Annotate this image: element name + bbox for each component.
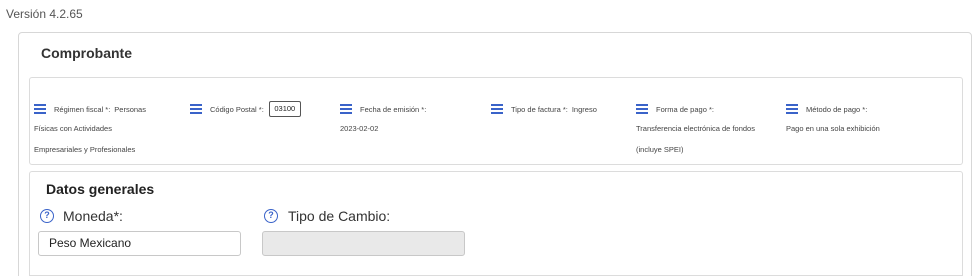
tipo-factura-value: Ingreso bbox=[571, 104, 597, 114]
field-metodo-pago: Método de pago *: Pago en una sola exhib… bbox=[786, 100, 880, 139]
comprobante-title: Comprobante bbox=[41, 45, 132, 61]
datos-generales-title: Datos generales bbox=[46, 181, 155, 197]
comprobante-fields: Régimen fiscal *: Personas Físicas con A… bbox=[29, 77, 963, 165]
forma-pago-value-line: Transferencia electrónica de fondos bbox=[636, 124, 755, 133]
tipo-cambio-input[interactable] bbox=[262, 231, 465, 256]
codigo-postal-label: Código Postal *: bbox=[210, 104, 264, 114]
hamburger-list-icon[interactable] bbox=[636, 104, 648, 114]
regimen-value-line: Empresariales y Profesionales bbox=[34, 145, 136, 154]
field-regimen-fiscal[interactable]: Régimen fiscal *: Personas Físicas con A… bbox=[34, 100, 146, 160]
question-circle-icon[interactable]: ? bbox=[264, 209, 278, 223]
datos-generales-panel: Datos generales ? Moneda*: ? Tipo de Cam… bbox=[29, 171, 963, 276]
moneda-label: Moneda*: bbox=[63, 208, 123, 224]
field-codigo-postal: Código Postal *: 03100 bbox=[190, 100, 301, 118]
comprobante-panel: Comprobante Régimen fiscal *: Personas F… bbox=[18, 32, 972, 276]
hamburger-list-icon[interactable] bbox=[491, 104, 503, 114]
field-tipo-factura: Tipo de factura *: Ingreso bbox=[491, 100, 597, 118]
regimen-value-line: Físicas con Actividades bbox=[34, 124, 112, 133]
regimen-label: Régimen fiscal *: bbox=[54, 104, 111, 114]
codigo-postal-input[interactable]: 03100 bbox=[268, 101, 301, 117]
moneda-input[interactable]: Peso Mexicano bbox=[38, 231, 241, 256]
hamburger-list-icon[interactable] bbox=[190, 104, 202, 114]
question-circle-icon[interactable]: ? bbox=[40, 209, 54, 223]
fecha-emision-value: 2023-02-02 bbox=[340, 124, 379, 133]
forma-pago-value-line: (incluye SPEI) bbox=[636, 145, 684, 154]
metodo-pago-value: Pago en una sola exhibición bbox=[786, 124, 880, 133]
hamburger-list-icon[interactable] bbox=[340, 104, 352, 114]
field-forma-pago: Forma de pago *: Transferencia electróni… bbox=[636, 100, 755, 160]
field-fecha-emision: Fecha de emisión *: 2023-02-02 bbox=[340, 100, 426, 139]
tipo-factura-label: Tipo de factura *: bbox=[511, 104, 568, 114]
forma-pago-label: Forma de pago *: bbox=[656, 104, 714, 114]
metodo-pago-label: Método de pago *: bbox=[806, 104, 868, 114]
hamburger-list-icon[interactable] bbox=[34, 104, 46, 114]
version-label: Versión 4.2.65 bbox=[6, 7, 83, 21]
tipo-cambio-label: Tipo de Cambio: bbox=[288, 208, 391, 224]
hamburger-list-icon[interactable] bbox=[786, 104, 798, 114]
regimen-value: Personas bbox=[114, 104, 146, 114]
fecha-emision-label: Fecha de emisión *: bbox=[360, 104, 427, 114]
